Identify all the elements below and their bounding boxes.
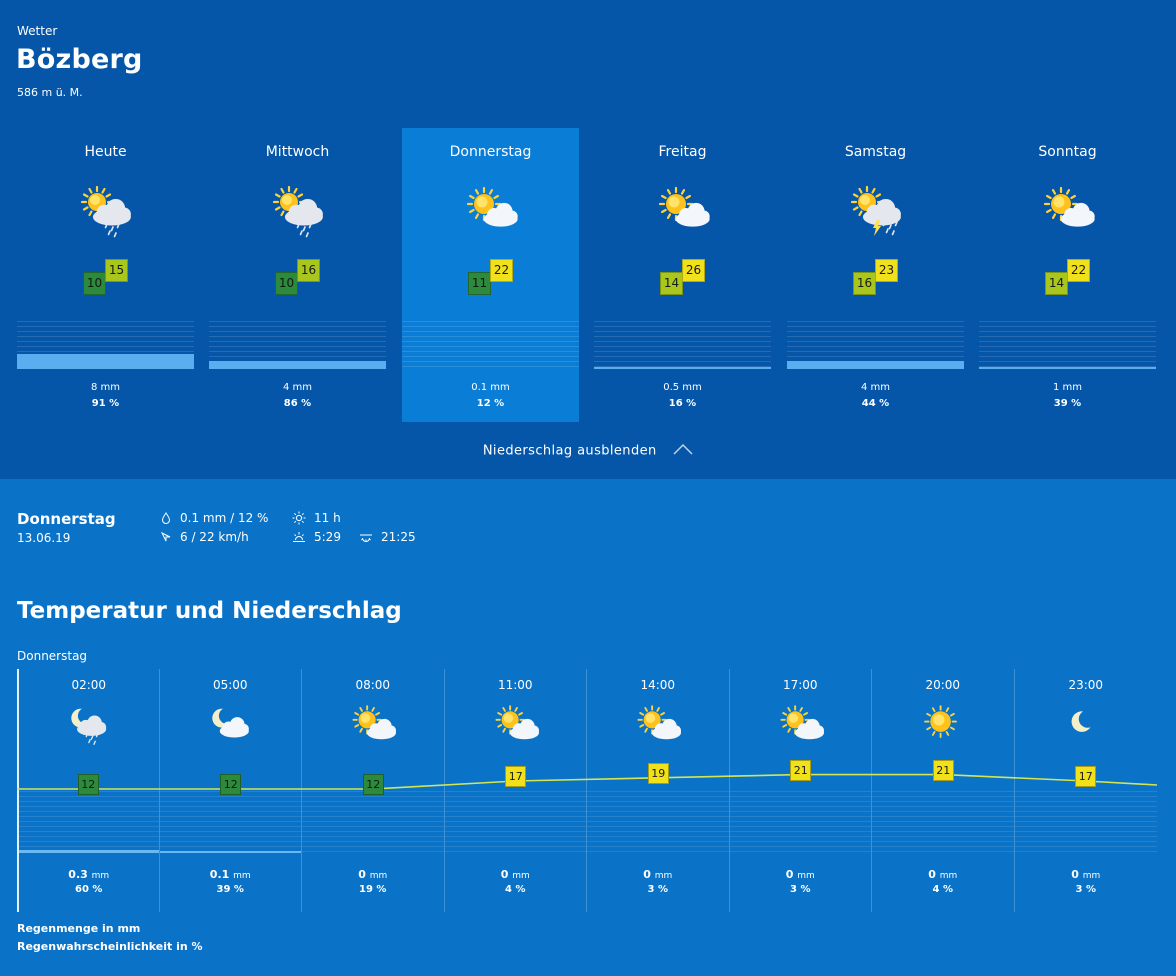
min-temperature: 14: [660, 272, 683, 295]
day-name: Freitag: [658, 144, 707, 160]
hour-temperature: 21: [932, 759, 954, 781]
precipitation-amount: 4 mm: [860, 382, 891, 393]
hour-temperature: 17: [505, 766, 527, 787]
min-temperature: 16: [853, 272, 876, 295]
day-name: Heute: [84, 144, 127, 160]
precipitation-probability: 91 %: [91, 398, 120, 409]
precipitation-bar: [594, 321, 771, 369]
day-name: Samstag: [844, 144, 907, 160]
detail-precipitation-value: 0.1 mm / 12 %: [180, 511, 269, 525]
precipitation-amount: 1 mm: [1052, 382, 1083, 393]
hour-temperature: 21: [790, 759, 812, 781]
precipitation-bar: [787, 321, 964, 369]
precipitation-probability: 12 %: [476, 398, 505, 409]
precipitation-bar: [209, 321, 386, 369]
precipitation-fill: [209, 361, 386, 369]
max-temperature: 15: [105, 259, 128, 282]
day-tab-4[interactable]: Samstag 16 23 4 mm 44 %: [787, 128, 964, 422]
detail-day-name: Donnerstag: [17, 510, 116, 528]
precipitation-fill: [594, 367, 771, 369]
temperature-line-chart: [17, 773, 1157, 790]
precipitation-fill: [787, 361, 964, 369]
day-tab-3[interactable]: Freitag 14 26 0.5 mm 16 %: [594, 128, 771, 422]
precipitation-fill: [17, 353, 194, 369]
detail-wind-value: 6 / 22 km/h: [180, 530, 249, 544]
chevron-up-icon: [673, 443, 693, 459]
wind-direction-icon: [160, 531, 172, 543]
detail-sunset-value: 21:25: [381, 530, 416, 544]
altitude-label: 586 m ü. M.: [17, 86, 83, 99]
day-name: Mittwoch: [265, 144, 330, 160]
hour-temperature: 19: [647, 762, 669, 784]
detail-sunshine: 11 h: [292, 511, 341, 525]
sunset-icon: [359, 530, 373, 544]
sun-cloud-rain-icon: [269, 182, 329, 238]
sun-icon: [292, 511, 306, 525]
max-temperature: 26: [682, 259, 705, 282]
precipitation-probability: 16 %: [668, 398, 697, 409]
max-temperature: 22: [1067, 259, 1090, 282]
precipitation-bar: [402, 321, 579, 369]
precipitation-amount: 0.1 mm: [471, 382, 510, 393]
sun-cloud-rain-icon: [77, 182, 137, 238]
page-title: Bözberg: [16, 44, 143, 75]
max-temperature: 16: [297, 259, 320, 282]
temperature-line: [17, 773, 1157, 790]
sunrise-icon: [292, 530, 306, 544]
detail-sunset: 21:25: [359, 530, 416, 544]
detail-sunshine-value: 11 h: [314, 511, 341, 525]
hourly-day-label: Donnerstag: [17, 649, 88, 663]
precipitation-probability: 39 %: [1053, 398, 1082, 409]
section-title: Temperatur und Niederschlag: [17, 598, 402, 624]
sun-cloud-icon: [462, 182, 522, 238]
min-temperature: 10: [275, 272, 298, 295]
detail-wind: 6 / 22 km/h: [160, 530, 249, 544]
day-name: Sonntag: [1038, 144, 1097, 160]
sun-cloud-thunder-icon: [847, 182, 907, 238]
day-tab-5[interactable]: Sonntag 14 22 1 mm 39 %: [979, 128, 1156, 422]
hide-precipitation-toggle[interactable]: Niederschlag ausblenden: [0, 443, 1176, 459]
min-temperature: 11: [468, 272, 491, 295]
day-tab-1[interactable]: Mittwoch 10 16 4 mm 86 %: [209, 128, 386, 422]
max-temperature: 22: [490, 259, 513, 282]
precipitation-bar: [979, 321, 1156, 369]
detail-date: 13.06.19: [17, 531, 71, 545]
day-tab-0[interactable]: Heute 10 15 8 mm 91 %: [17, 128, 194, 422]
hour-temperature: 17: [1075, 766, 1097, 787]
min-temperature: 14: [1045, 272, 1068, 295]
hour-temperature: 12: [77, 774, 99, 795]
detail-precipitation: 0.1 mm / 12 %: [160, 511, 268, 525]
precipitation-amount: 8 mm: [90, 382, 121, 393]
detail-sunrise: 5:29: [292, 530, 341, 544]
hour-temperature: 12: [362, 774, 384, 795]
day-tab-2[interactable]: Donnerstag 11 22 0.1 mm 12 %: [402, 128, 579, 422]
hour-temperature: 12: [220, 774, 242, 795]
forecast-header-panel: Wetter Bözberg 586 m ü. M. Heute 10 15 8…: [0, 0, 1176, 479]
legend-precipitation-probability: Regenwahrscheinlichkeit in %: [17, 940, 203, 953]
precipitation-probability: 86 %: [283, 398, 312, 409]
legend-precipitation-amount: Regenmenge in mm: [17, 922, 141, 935]
precipitation-amount: 4 mm: [282, 382, 313, 393]
precipitation-amount: 0.5 mm: [663, 382, 702, 393]
precipitation-probability: 44 %: [861, 398, 890, 409]
precipitation-fill: [979, 366, 1156, 369]
day-name: Donnerstag: [449, 144, 532, 160]
hide-precipitation-label: Niederschlag ausblenden: [482, 443, 657, 459]
section-kicker: Wetter: [17, 24, 58, 38]
sun-cloud-icon: [654, 182, 714, 238]
sun-cloud-icon: [1039, 182, 1099, 238]
hourly-forecast: 02:00 0.3 mm 60 % 05:00 0.1 mm 39 % 08:0…: [17, 669, 1157, 912]
detail-sunrise-value: 5:29: [314, 530, 341, 544]
precipitation-bar: [17, 321, 194, 369]
min-temperature: 10: [83, 272, 106, 295]
raindrop-icon: [160, 512, 172, 524]
max-temperature: 23: [875, 259, 898, 282]
